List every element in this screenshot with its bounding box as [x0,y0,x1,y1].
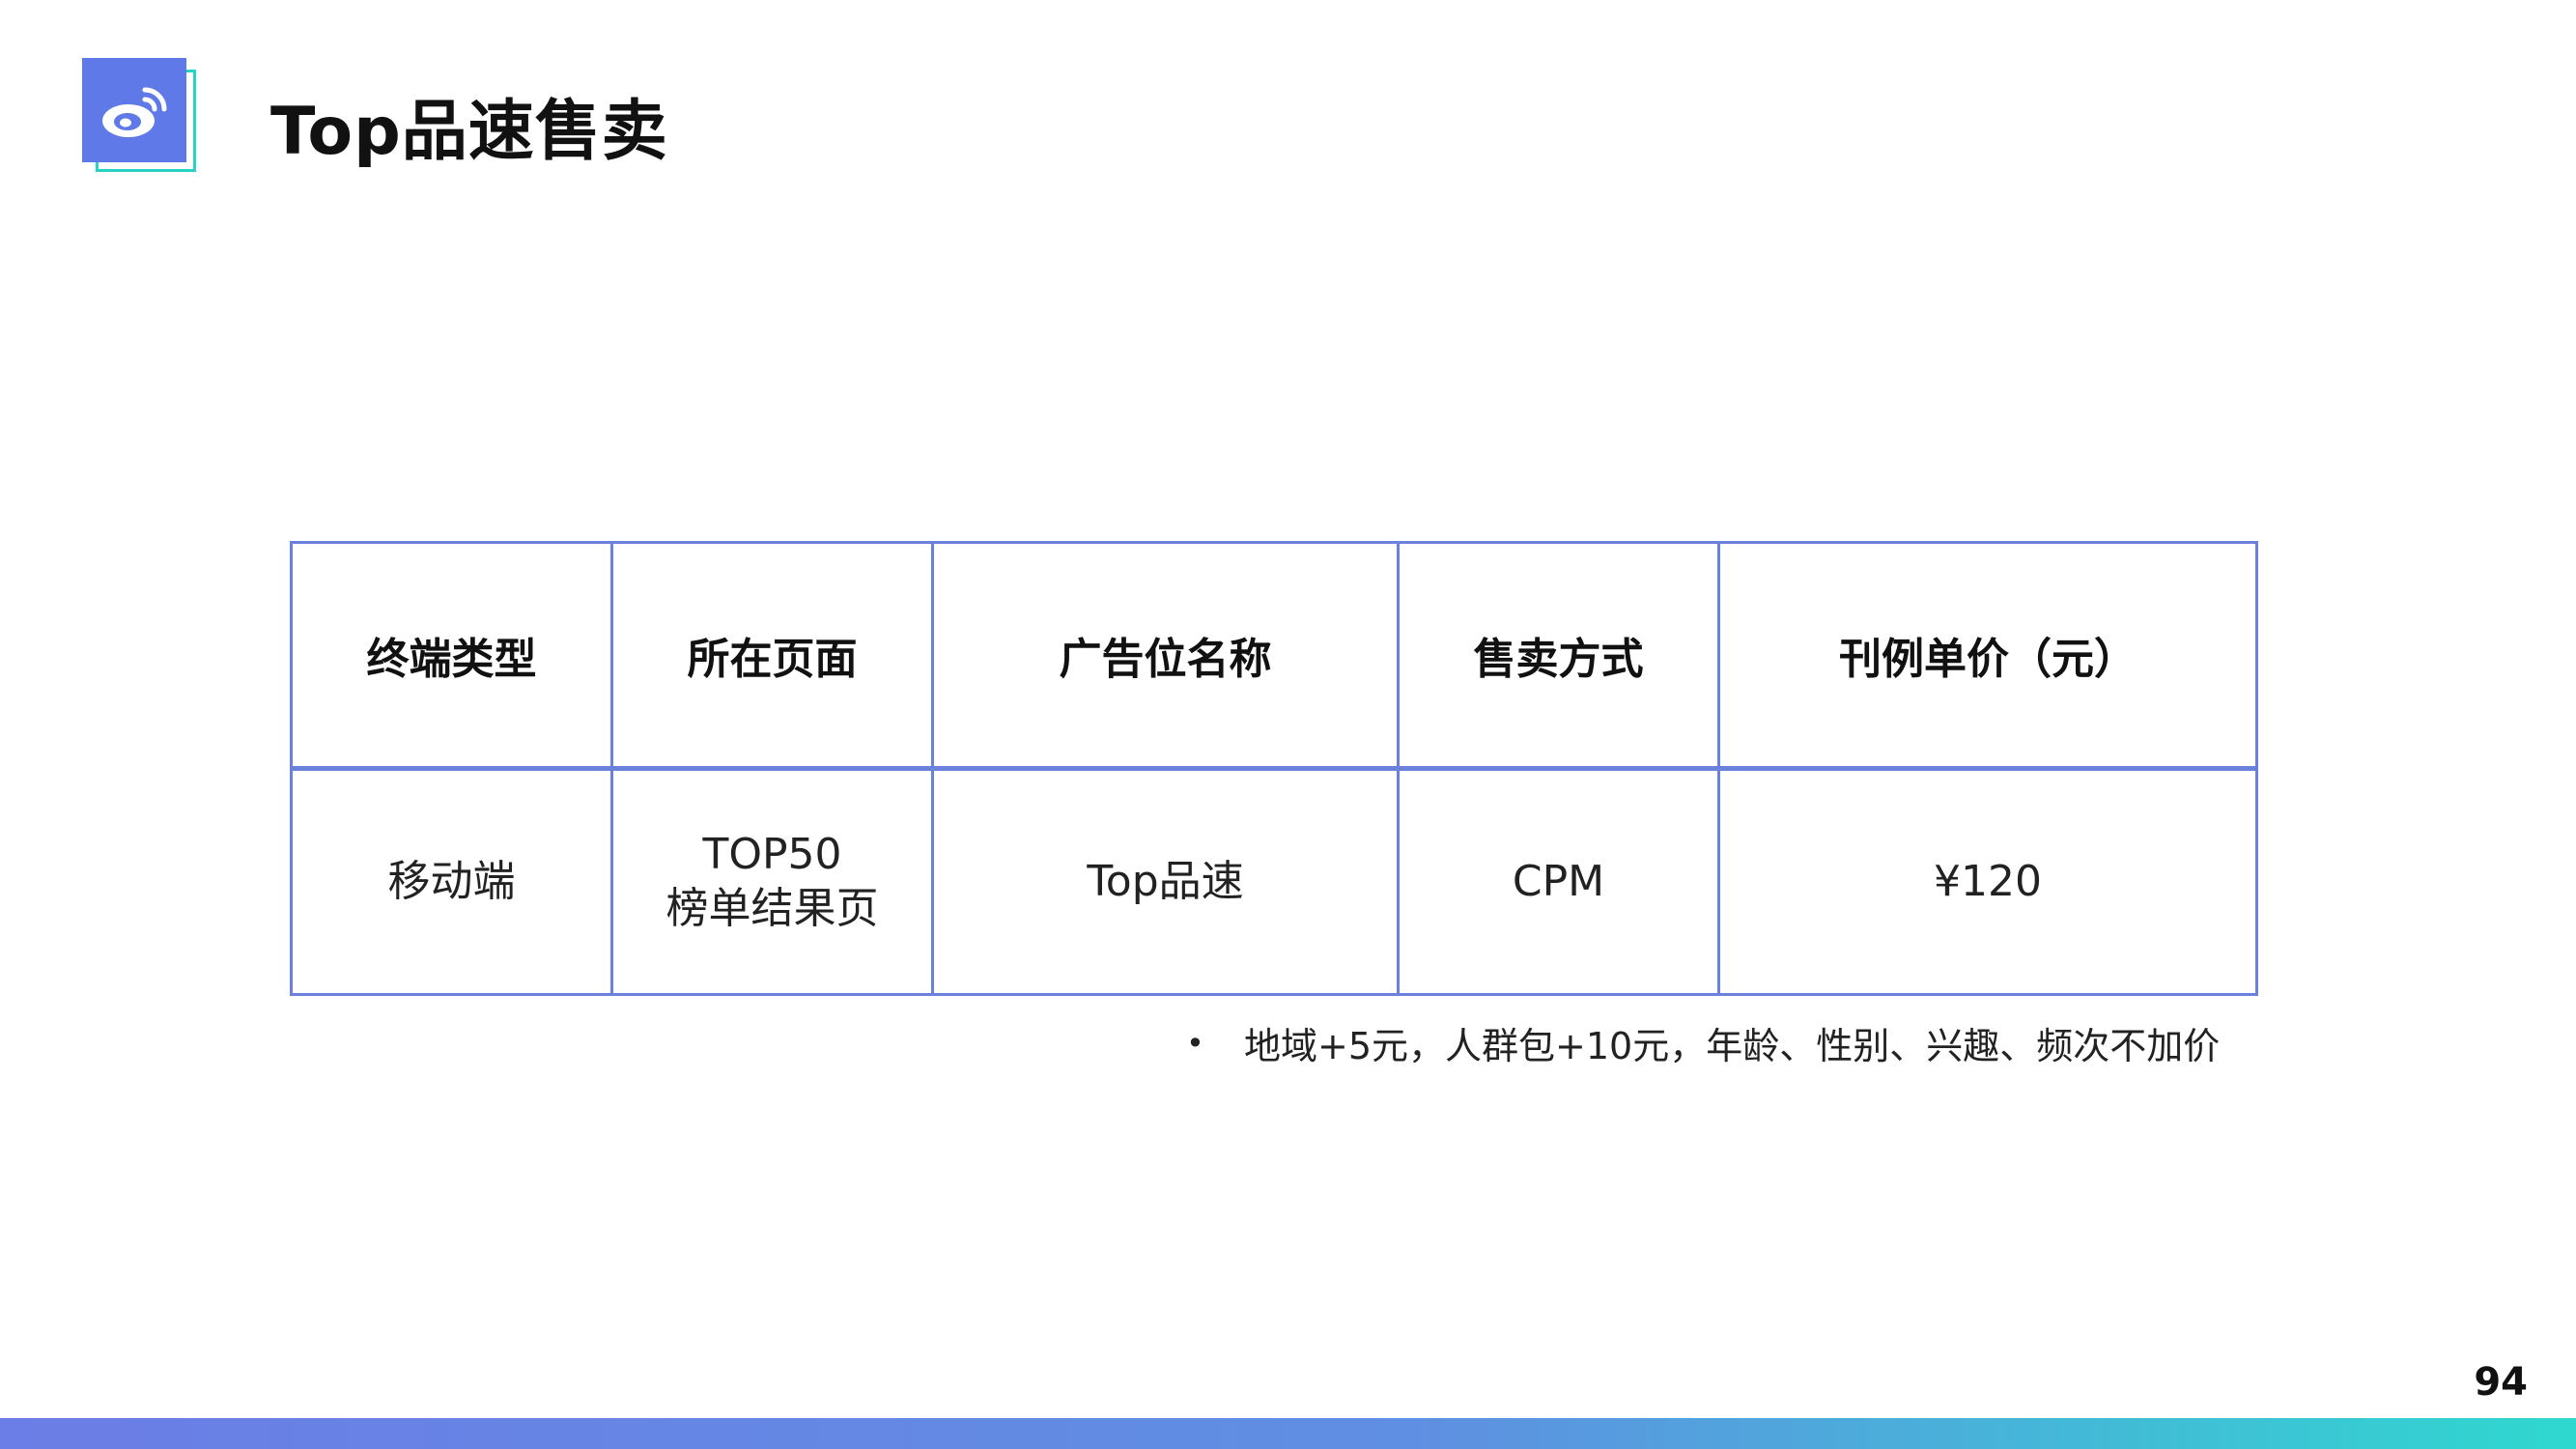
footnote: • 地域+5元，人群包+10元，年龄、性别、兴趣、频次不加价 [1186,1016,2220,1069]
cell-page-line2: 榜单结果页 [665,884,879,933]
column-header-price: 刊例单价（元） [1717,541,2258,771]
cell-terminal: 移动端 [290,767,613,996]
table-row: 移动端 TOP50 榜单结果页 Top品速 CPM ¥120 [290,767,2258,996]
cell-page-line1: TOP50 [702,830,842,879]
cell-page: TOP50 榜单结果页 [610,767,934,996]
bottom-gradient-bar [0,1418,2576,1449]
page-title: Top品速售卖 [270,94,668,170]
column-header-terminal: 终端类型 [290,541,613,771]
table-header-row: 终端类型 所在页面 广告位名称 售卖方式 刊例单价（元） [290,541,2258,771]
cell-price: ¥120 [1717,767,2258,996]
cell-sale-method: CPM [1397,767,1720,996]
pricing-table: 终端类型 所在页面 广告位名称 售卖方式 刊例单价（元） 移动端 TOP50 榜… [290,541,2258,996]
column-header-ad-name: 广告位名称 [931,541,1400,771]
footnote-text: 地域+5元，人群包+10元，年龄、性别、兴趣、频次不加价 [1244,1025,2221,1067]
cell-ad-name: Top品速 [931,767,1400,996]
column-header-page: 所在页面 [610,541,934,771]
column-header-sale-method: 售卖方式 [1397,541,1720,771]
bullet-icon: • [1186,1024,1204,1062]
logo [82,58,202,174]
weibo-icon [82,58,186,162]
page-number: 94 [2474,1360,2528,1405]
